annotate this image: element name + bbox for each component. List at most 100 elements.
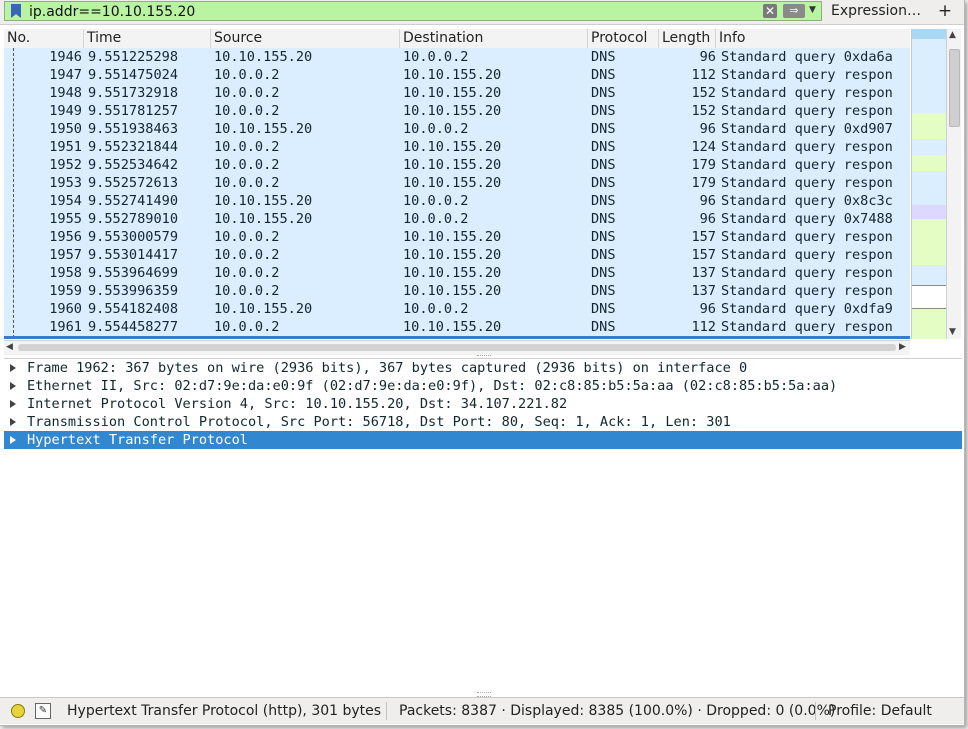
tree-item-label: Ethernet II, Src: 02:d7:9e:da:e0:9f (02:… — [27, 378, 838, 394]
tree-item-ipv4[interactable]: Internet Protocol Version 4, Src: 10.10.… — [4, 395, 962, 413]
cell-protocol: DNS — [591, 193, 616, 209]
table-row[interactable]: 1959 9.553996359 10.0.0.2 10.10.155.20 DNS 13… — [4, 282, 910, 300]
cell-info: Standard query respon — [721, 139, 893, 155]
tree-item-http[interactable]: Hypertext Transfer Protocol — [4, 431, 962, 449]
add-filter-button[interactable]: + — [934, 0, 956, 22]
cell-no: 1961 — [49, 319, 82, 335]
profile-status[interactable]: Profile: Default — [828, 698, 932, 724]
tree-item-label: Transmission Control Protocol, Src Port:… — [27, 414, 731, 430]
cell-no: 1953 — [49, 175, 82, 191]
minimap-segment — [912, 39, 946, 113]
scroll-up-icon[interactable]: ▲ — [949, 30, 956, 40]
column-header-protocol[interactable]: Protocol — [588, 29, 659, 48]
cell-length: 179 — [691, 175, 716, 191]
column-header-source[interactable]: Source — [211, 29, 400, 48]
table-row[interactable]: 1954 9.552741490 10.10.155.20 10.0.0.2 DNS 96… — [4, 192, 910, 210]
capture-comment-edit-icon[interactable]: ✎ — [35, 703, 51, 719]
cell-info: Standard query respon — [721, 157, 893, 173]
table-row[interactable]: 1957 9.553014417 10.0.0.2 10.10.155.20 DNS 15… — [4, 246, 910, 264]
table-row[interactable]: 1955 9.552789010 10.10.155.20 10.0.0.2 DNS 96… — [4, 210, 910, 228]
packet-details-pane: Frame 1962: 367 bytes on wire (2936 bits… — [4, 358, 962, 691]
cell-info: Standard query 0xda6a — [721, 49, 893, 65]
column-header-length[interactable]: Length — [659, 29, 716, 48]
cell-info: Standard query respon — [721, 85, 893, 101]
scroll-down-icon[interactable]: ▼ — [949, 327, 956, 337]
cell-info: Standard query respon — [721, 319, 893, 335]
cell-source: 10.0.0.2 — [214, 265, 280, 281]
minimap-segment — [912, 155, 946, 171]
tree-item-label: Frame 1962: 367 bytes on wire (2936 bits… — [27, 360, 748, 376]
cell-protocol: DNS — [591, 139, 616, 155]
tree-item-label: Internet Protocol Version 4, Src: 10.10.… — [27, 396, 568, 412]
cell-length: 96 — [699, 211, 716, 227]
cell-protocol: DNS — [591, 301, 616, 317]
wireshark-window: ip.addr==10.10.155.20 ✕ ⇒ ▼ Expression… … — [0, 0, 965, 726]
minimap-segment — [912, 219, 946, 265]
column-header-no[interactable]: No. — [4, 29, 84, 48]
apply-filter-icon[interactable]: ⇒ — [783, 4, 805, 18]
expert-info-status-icon[interactable] — [11, 704, 25, 718]
cell-time: 9.552741490 — [88, 193, 179, 209]
cell-length: 96 — [699, 193, 716, 209]
clear-filter-icon[interactable]: ✕ — [763, 4, 777, 18]
minimap-segment — [912, 205, 946, 219]
table-row[interactable]: 1949 9.551781257 10.0.0.2 10.10.155.20 DNS 15… — [4, 102, 910, 120]
cell-no: 1951 — [49, 139, 82, 155]
column-header-destination[interactable]: Destination — [400, 29, 588, 48]
column-header-info[interactable]: Info — [716, 29, 910, 48]
display-filter-field[interactable]: ip.addr==10.10.155.20 ✕ ⇒ ▼ — [4, 1, 822, 21]
tree-item-frame[interactable]: Frame 1962: 367 bytes on wire (2936 bits… — [4, 359, 962, 377]
expand-arrow-icon[interactable] — [10, 400, 16, 408]
table-row[interactable]: 1960 9.554182408 10.10.155.20 10.0.0.2 DNS 96… — [4, 300, 910, 318]
cell-info: Standard query respon — [721, 67, 893, 83]
cell-no: 1958 — [49, 265, 82, 281]
horizontal-scroll-thumb[interactable] — [18, 344, 896, 351]
cell-info: Standard query 0x7488 — [721, 211, 893, 227]
cell-time: 9.551475024 — [88, 67, 179, 83]
packet-list-vertical-scrollbar[interactable]: ▲ ▼ — [946, 29, 961, 339]
table-row[interactable]: 1952 9.552534642 10.0.0.2 10.10.155.20 DNS 17… — [4, 156, 910, 174]
table-row[interactable]: 1953 9.552572613 10.0.0.2 10.10.155.20 DNS 17… — [4, 174, 910, 192]
cell-time: 9.552534642 — [88, 157, 179, 173]
minimap-segment — [912, 309, 946, 339]
display-filter-input[interactable]: ip.addr==10.10.155.20 — [29, 3, 195, 21]
packet-minimap[interactable] — [911, 29, 946, 339]
cell-no: 1954 — [49, 193, 82, 209]
scroll-right-icon[interactable]: ▶ — [899, 342, 906, 352]
expand-arrow-icon[interactable] — [10, 436, 16, 444]
expand-arrow-icon[interactable] — [10, 418, 16, 426]
cell-source: 10.0.0.2 — [214, 229, 280, 245]
expression-button[interactable]: Expression… — [822, 1, 930, 21]
table-row[interactable]: 1956 9.553000579 10.0.0.2 10.10.155.20 DNS 15… — [4, 228, 910, 246]
filter-bookmark-icon[interactable] — [11, 4, 21, 18]
packet-list-horizontal-scrollbar[interactable]: ◀ ▶ — [4, 340, 910, 355]
table-row[interactable]: 1961 9.554458277 10.0.0.2 10.10.155.20 DNS 11… — [4, 318, 910, 336]
cell-no: 1950 — [49, 121, 82, 137]
cell-destination: 10.10.155.20 — [403, 247, 502, 263]
filter-history-chevron-down-icon[interactable]: ▼ — [809, 5, 816, 15]
selected-packet-indicator — [4, 336, 910, 339]
table-row[interactable]: 1950 9.551938463 10.10.155.20 10.0.0.2 DNS 96… — [4, 120, 910, 138]
cell-time: 9.552789010 — [88, 211, 179, 227]
table-row[interactable]: 1948 9.551732918 10.0.0.2 10.10.155.20 DNS 15… — [4, 84, 910, 102]
cell-protocol: DNS — [591, 67, 616, 83]
vertical-scroll-thumb[interactable] — [949, 49, 960, 127]
cell-source: 10.10.155.20 — [214, 121, 313, 137]
cell-protocol: DNS — [591, 229, 616, 245]
expand-arrow-icon[interactable] — [10, 382, 16, 390]
column-header-time[interactable]: Time — [84, 29, 211, 48]
tree-item-ethernet[interactable]: Ethernet II, Src: 02:d7:9e:da:e0:9f (02:… — [4, 377, 962, 395]
expand-arrow-icon[interactable] — [10, 364, 16, 372]
scroll-left-icon[interactable]: ◀ — [6, 342, 13, 352]
cell-length: 137 — [691, 265, 716, 281]
table-row[interactable]: 1951 9.552321844 10.0.0.2 10.10.155.20 DNS 12… — [4, 138, 910, 156]
tree-item-tcp[interactable]: Transmission Control Protocol, Src Port:… — [4, 413, 962, 431]
table-row[interactable]: 1946 9.551225298 10.10.155.20 10.0.0.2 DNS 96… — [4, 48, 910, 66]
table-row[interactable]: 1947 9.551475024 10.0.0.2 10.10.155.20 DNS 11… — [4, 66, 910, 84]
cell-source: 10.10.155.20 — [214, 211, 313, 227]
table-row[interactable]: 1958 9.553964699 10.0.0.2 10.10.155.20 DNS 13… — [4, 264, 910, 282]
cell-protocol: DNS — [591, 157, 616, 173]
cell-time: 9.554458277 — [88, 319, 179, 335]
cell-protocol: DNS — [591, 85, 616, 101]
minimap-segment — [912, 29, 946, 39]
